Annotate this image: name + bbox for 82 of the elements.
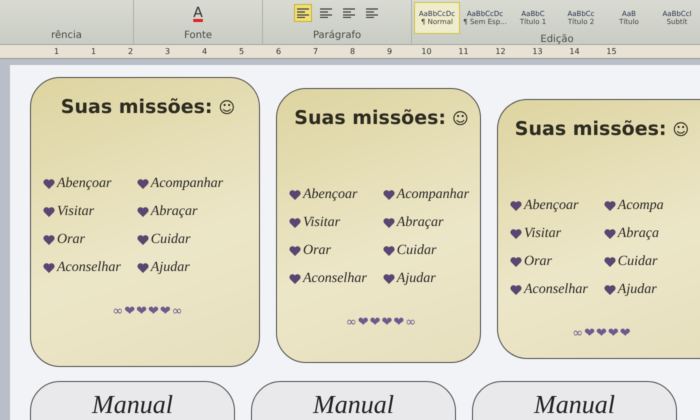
mission-item: Acompanhar (150, 176, 224, 192)
card-title: Suas missões: (294, 107, 446, 129)
ruler-number: 1 (90, 47, 98, 56)
ruler-number: 13 (531, 47, 544, 56)
heart-icon (136, 263, 149, 273)
heart-icon (43, 235, 55, 245)
mission-item: Ajudar (618, 282, 657, 298)
mission-item: Aconselhar (303, 271, 367, 287)
tab-label[interactable]: rência (51, 30, 82, 41)
mission-item: Visitar (303, 215, 340, 231)
heart-icon (43, 179, 55, 189)
heart-icon (289, 246, 301, 256)
ruler-number: 2 (126, 47, 134, 56)
card-title: Suas missões: (60, 96, 213, 118)
smiley-icon: ☺ (672, 120, 690, 139)
group-label: Fonte (184, 30, 212, 41)
mission-item: Ajudar (396, 271, 436, 287)
heart-icon (43, 207, 55, 217)
heart-icon (382, 274, 395, 284)
mission-item: Abençoar (524, 198, 578, 214)
heart-ornament: ∞❤❤❤❤ (572, 326, 632, 341)
heart-ornament: ∞❤❤❤❤∞ (346, 315, 418, 330)
mission-item: Abençoar (303, 187, 358, 203)
mission-item: Orar (57, 232, 86, 248)
mission-item: Aconselhar (57, 260, 121, 276)
ruler-number: 7 (312, 47, 320, 56)
mission-item: Orar (303, 243, 332, 259)
heart-icon (136, 235, 149, 245)
ruler-number: 6 (274, 47, 282, 56)
mission-item: Visitar (57, 204, 94, 220)
heart-icon (604, 201, 616, 211)
ruler-number: 12 (494, 47, 507, 56)
font-color-button[interactable]: A (193, 5, 203, 21)
ruler-number: 4 (200, 47, 208, 56)
card-title: Manual (534, 390, 615, 420)
heart-icon (43, 263, 55, 273)
ruler-number: 9 (386, 47, 394, 56)
heart-icon (510, 201, 522, 211)
heart-icon (604, 257, 616, 267)
heart-icon (510, 285, 522, 295)
ruler-number: 1 (52, 47, 60, 56)
heart-icon (382, 218, 395, 228)
mission-item: Ajudar (150, 260, 190, 276)
align-button[interactable] (294, 4, 312, 22)
mission-item: Acompa (618, 198, 664, 214)
card-title: Suas missões: (514, 118, 667, 140)
heart-icon (510, 257, 522, 267)
mission-item: Aconselhar (524, 282, 588, 298)
heart-icon (136, 207, 149, 217)
mission-item: Abraçar (396, 215, 444, 231)
ruler-number: 15 (605, 47, 618, 56)
card-title: Manual (313, 390, 394, 420)
heart-icon (136, 179, 149, 189)
heart-ornament: ∞❤❤❤❤∞ (112, 304, 184, 319)
mission-item: Abençoar (57, 176, 112, 192)
mission-item: Orar (524, 254, 552, 270)
heart-icon (382, 190, 395, 200)
heart-icon (510, 229, 522, 239)
ruler-number: 5 (238, 47, 246, 56)
ruler-number: 11 (457, 47, 470, 56)
mission-item: Visitar (524, 226, 562, 242)
group-label: Parágrafo (312, 30, 362, 41)
ruler-number: 8 (348, 47, 356, 56)
heart-icon (289, 190, 301, 200)
smiley-icon: ☺ (452, 109, 469, 128)
ruler-number: 3 (164, 47, 172, 56)
heart-icon (604, 229, 616, 239)
mission-item: Cuidar (150, 232, 190, 248)
heart-icon (604, 285, 616, 295)
heart-icon (382, 246, 395, 256)
ruler-number: 14 (568, 47, 581, 56)
heart-icon (289, 218, 301, 228)
mission-item: Cuidar (618, 254, 658, 270)
mission-item: Abraçar (150, 204, 198, 220)
mission-item: Cuidar (396, 243, 436, 259)
card-title: Manual (92, 390, 173, 420)
smiley-icon: ☺ (218, 98, 236, 117)
ruler-number: 10 (420, 47, 433, 56)
group-label: Edição (540, 34, 574, 45)
mission-item: Abraça (618, 226, 659, 242)
heart-icon (289, 274, 301, 284)
mission-item: Acompanhar (396, 187, 470, 203)
